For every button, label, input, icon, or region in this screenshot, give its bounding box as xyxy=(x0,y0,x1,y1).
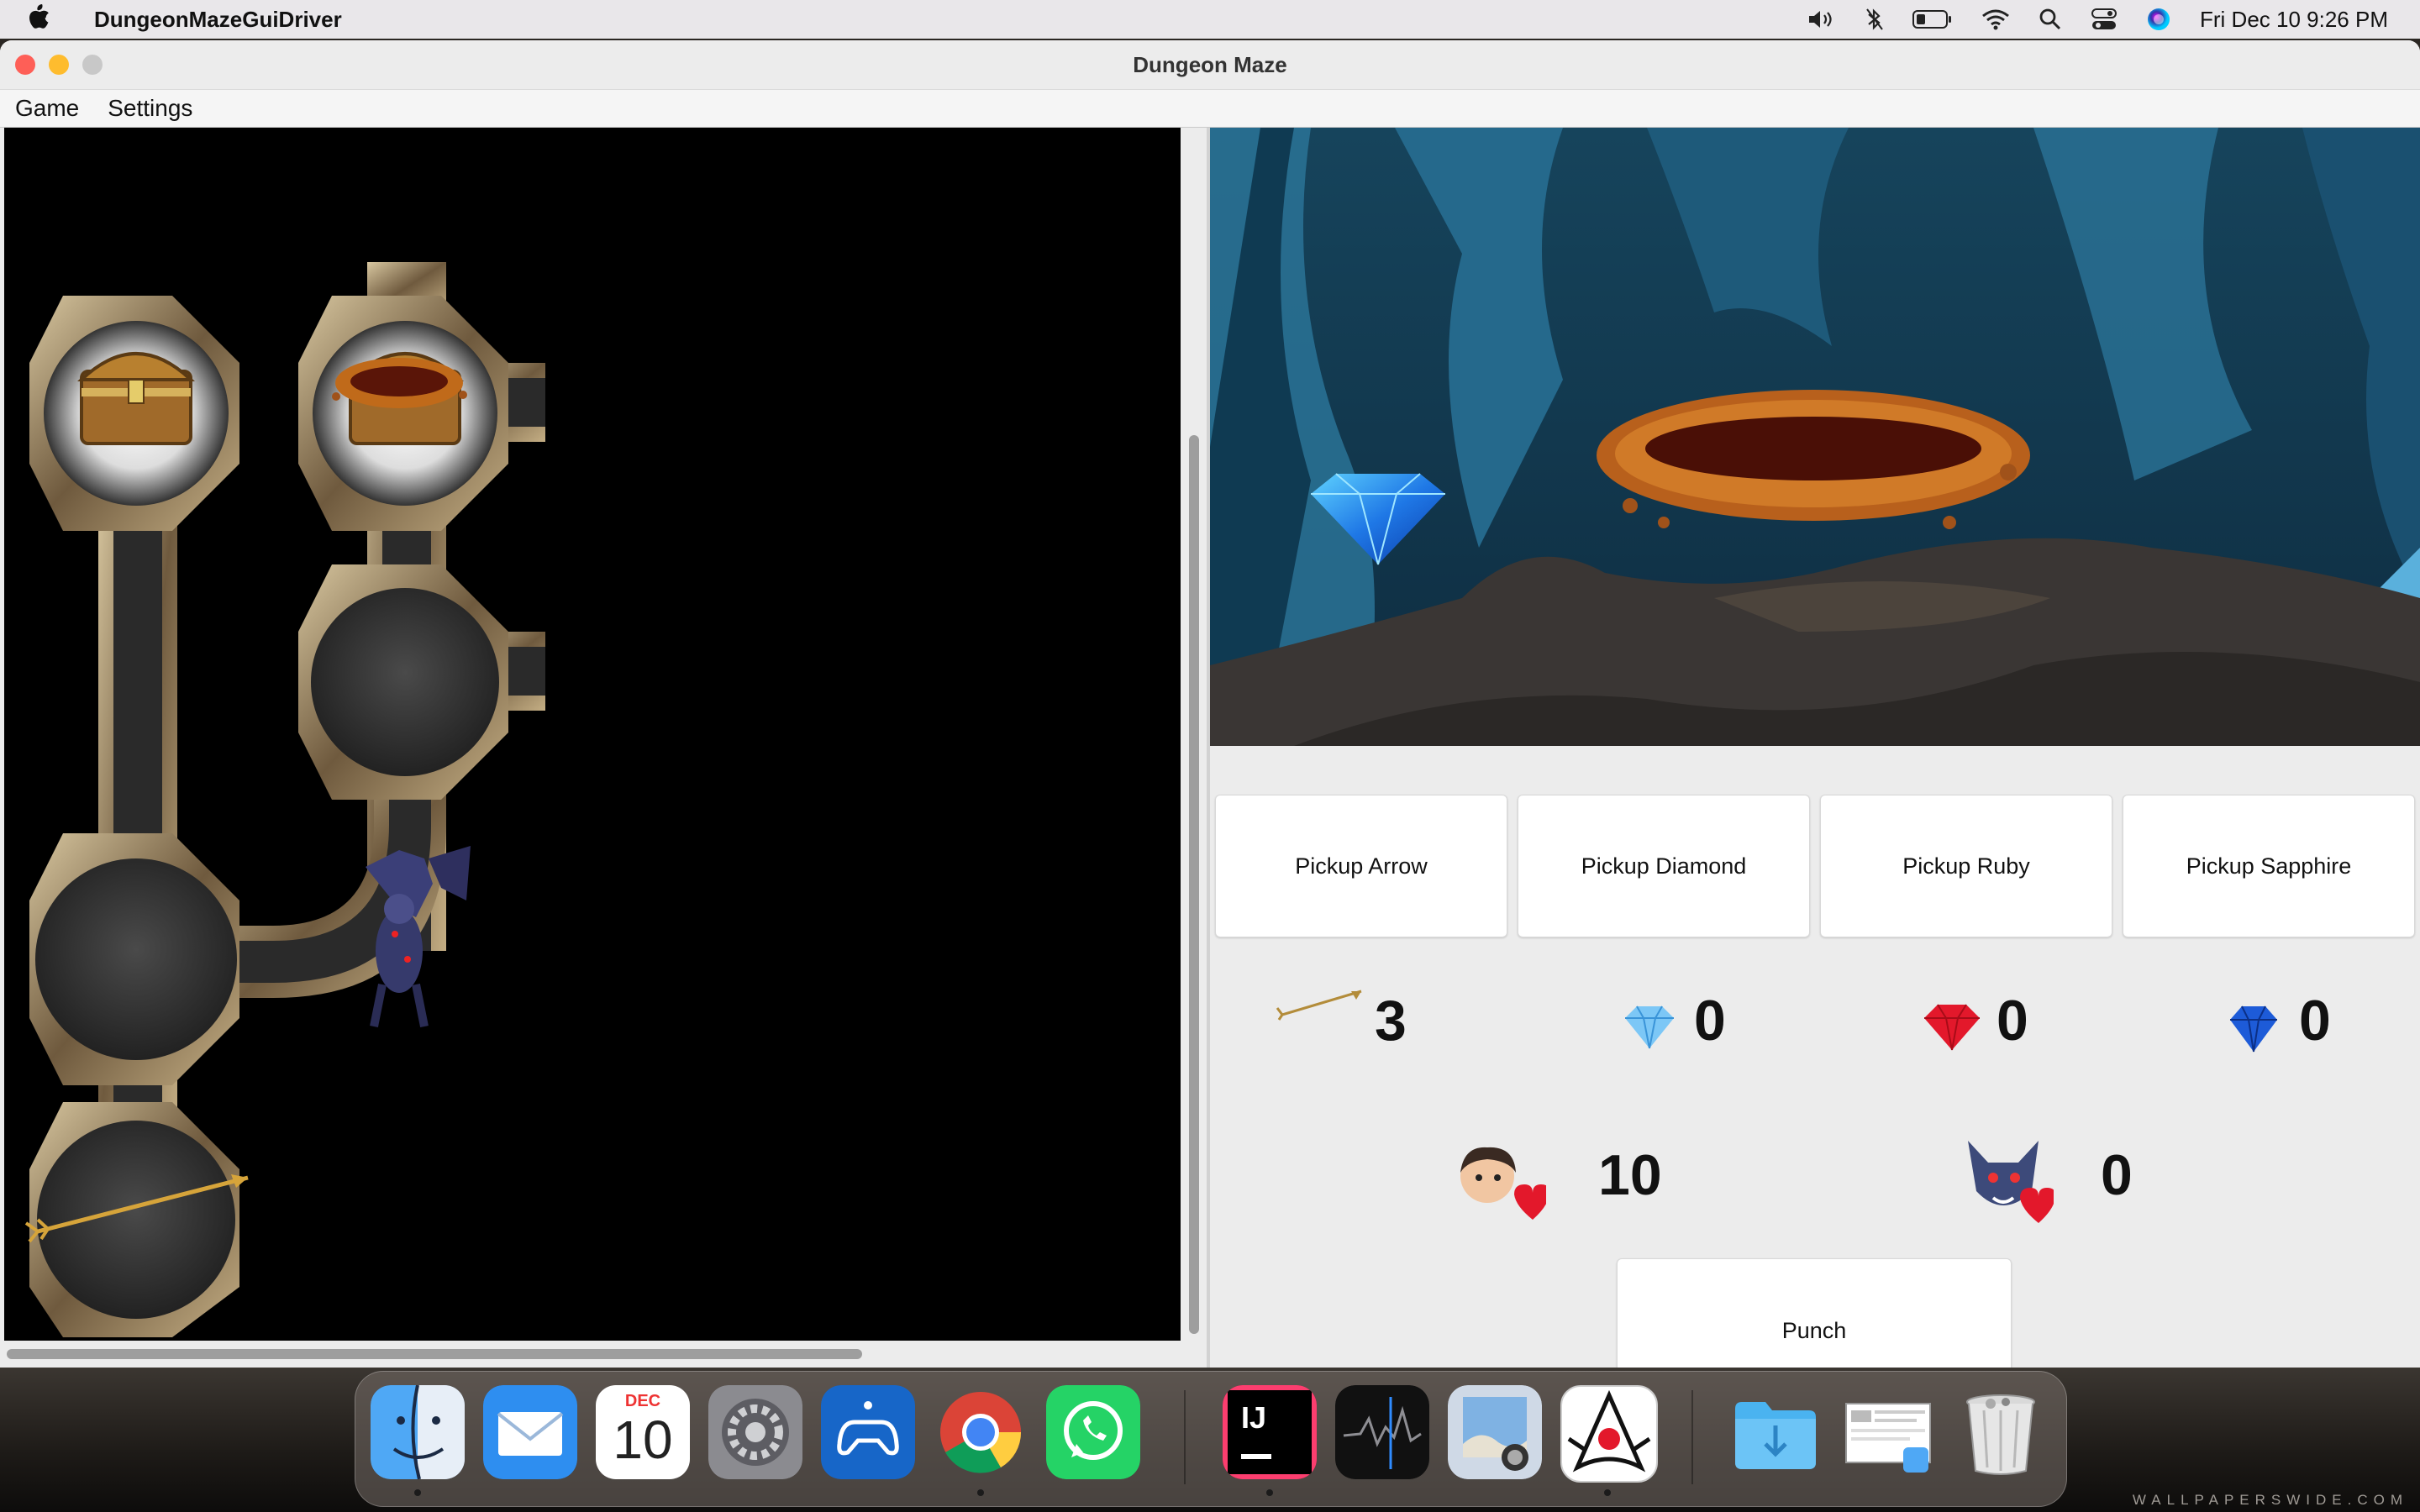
pickup-sapphire-button[interactable]: Pickup Sapphire xyxy=(2123,795,2415,937)
arrow-icon xyxy=(1276,983,1368,1026)
pickup-ruby-button[interactable]: Pickup Ruby xyxy=(1820,795,2112,937)
dock-downloads[interactable] xyxy=(1728,1385,1823,1479)
dungeon-maze-window: Dungeon Maze Game Settings Pickup Arrow … xyxy=(0,40,2420,1368)
wifi-icon[interactable] xyxy=(1981,8,2010,30)
dock-separator xyxy=(1691,1390,1693,1484)
dock-stocks[interactable] xyxy=(1335,1385,1429,1479)
intellij-icon xyxy=(1223,1385,1317,1479)
running-indicator xyxy=(1604,1489,1611,1496)
maze-room xyxy=(29,833,239,1085)
dock-intellij[interactable]: IJ xyxy=(1223,1385,1317,1479)
maze-vertical-scrollbar[interactable] xyxy=(1183,128,1205,1341)
dock-chrome[interactable] xyxy=(934,1385,1028,1479)
wallpaper-credit: WALLPAPERSWIDE.COM xyxy=(2132,1492,2408,1508)
player-health-value: 10 xyxy=(1598,1143,1662,1207)
running-indicator xyxy=(977,1489,984,1496)
location-scene xyxy=(1210,128,2420,746)
menu-settings[interactable]: Settings xyxy=(108,95,192,122)
control-center-icon[interactable] xyxy=(2091,8,2118,31)
ruby-count: 0 xyxy=(1996,989,2028,1053)
folder-icon xyxy=(1735,1402,1816,1469)
screenshot-thumbnail-icon xyxy=(1845,1403,1931,1473)
arrow-count: 3 xyxy=(1375,989,1407,1053)
app-menu-title[interactable]: DungeonMazeGuiDriver xyxy=(94,7,342,33)
diamond-count: 0 xyxy=(1694,989,1726,1053)
dock-ps-remote-play[interactable] xyxy=(821,1385,915,1479)
apple-icon[interactable] xyxy=(25,3,69,37)
maze-horizontal-scrollbar[interactable] xyxy=(0,1342,1207,1366)
monster-health-value: 0 xyxy=(2101,1143,2133,1207)
running-indicator xyxy=(414,1489,421,1496)
preview-icon xyxy=(1448,1385,1542,1479)
menubar-clock[interactable]: Fri Dec 10 9:26 PM xyxy=(2200,7,2388,33)
pickup-diamond-button[interactable]: Pickup Diamond xyxy=(1518,795,1810,937)
stocks-icon xyxy=(1335,1385,1429,1479)
maze-panel xyxy=(0,128,1207,1368)
dock-whatsapp[interactable] xyxy=(1046,1385,1140,1479)
menu-game[interactable]: Game xyxy=(15,95,79,122)
calendar-day: 10 xyxy=(613,1410,673,1470)
mail-icon xyxy=(483,1385,577,1479)
finder-icon xyxy=(371,1385,465,1479)
player-health-icon xyxy=(1452,1139,1550,1237)
gear-icon xyxy=(708,1385,802,1479)
monster-icon xyxy=(366,846,471,1027)
dock-trash[interactable] xyxy=(1954,1385,2048,1479)
dock-screenshot[interactable] xyxy=(1841,1385,1935,1479)
maze-room xyxy=(29,1102,239,1337)
pickup-arrow-button[interactable]: Pickup Arrow xyxy=(1215,795,1507,937)
dock: DEC 10 IJ xyxy=(355,1371,2067,1507)
maze-vertical-scroll-thumb[interactable] xyxy=(1189,435,1199,1334)
gamepad-icon xyxy=(821,1385,915,1479)
dock-system-preferences[interactable] xyxy=(708,1385,802,1479)
dock-java[interactable] xyxy=(1560,1385,1658,1483)
dock-finder[interactable] xyxy=(371,1385,465,1479)
app-menu-bar: Game Settings xyxy=(0,90,2420,129)
treasure-chest-icon xyxy=(77,352,195,445)
window-title: Dungeon Maze xyxy=(1133,52,1287,77)
cave-scene-image xyxy=(1210,128,2420,746)
ruby-icon xyxy=(1921,1001,1983,1058)
intellij-label: IJ xyxy=(1241,1400,1267,1435)
java-duke-icon xyxy=(1567,1389,1651,1473)
title-bar: Dungeon Maze xyxy=(0,40,2420,90)
volume-icon[interactable] xyxy=(1807,8,1837,30)
maze-room xyxy=(298,564,508,800)
search-icon[interactable] xyxy=(2039,8,2062,31)
diamond-icon xyxy=(1622,1003,1677,1056)
menu-bar: DungeonMazeGuiDriver Fri Dec 10 9:26 PM xyxy=(0,0,2420,39)
dock-separator xyxy=(1184,1390,1186,1484)
sapphire-icon xyxy=(2227,1001,2281,1059)
trash-icon xyxy=(1966,1394,2035,1475)
maze-map xyxy=(24,262,545,1337)
siri-icon[interactable] xyxy=(2146,7,2171,32)
whatsapp-icon xyxy=(1046,1385,1140,1479)
running-indicator xyxy=(1266,1489,1273,1496)
chrome-icon xyxy=(940,1392,1022,1473)
status-area: Fri Dec 10 9:26 PM xyxy=(1807,0,2420,39)
dock-mail[interactable] xyxy=(483,1385,577,1479)
maze-canvas xyxy=(4,128,1181,1341)
monster-health-icon xyxy=(1960,1132,2056,1237)
punch-button[interactable]: Punch xyxy=(1617,1258,2012,1368)
battery-icon[interactable] xyxy=(1912,9,1953,29)
maze-horizontal-scroll-thumb[interactable] xyxy=(7,1349,862,1359)
dock-preview[interactable] xyxy=(1448,1385,1542,1479)
dock-calendar[interactable]: DEC 10 xyxy=(596,1385,690,1479)
bluetooth-off-icon[interactable] xyxy=(1865,8,1884,31)
sapphire-count: 0 xyxy=(2299,989,2331,1053)
